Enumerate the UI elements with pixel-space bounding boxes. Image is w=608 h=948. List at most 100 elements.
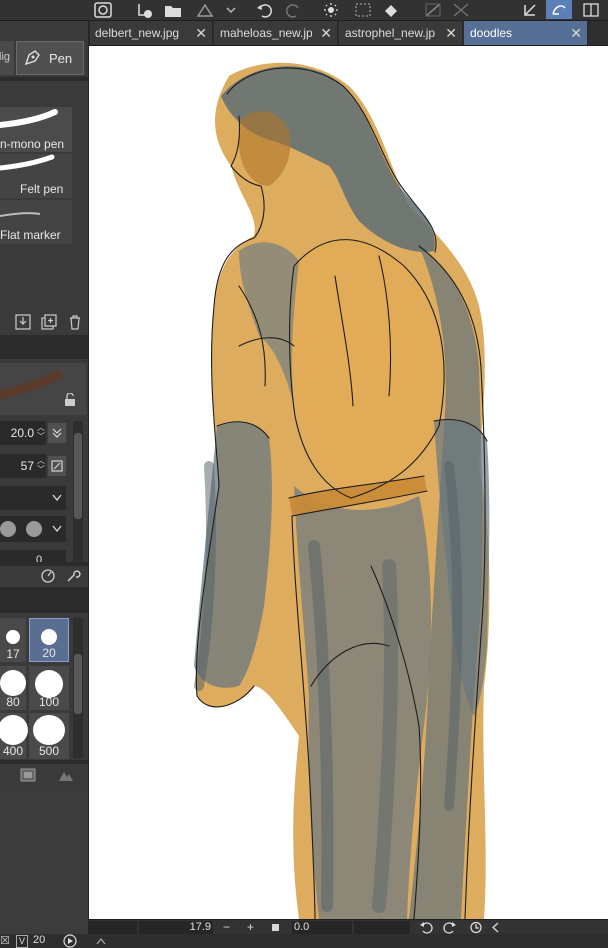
tool-property-scrollbar[interactable] xyxy=(73,421,83,563)
double-chevron-down-icon xyxy=(52,428,62,438)
tab-label: delbert_new.jpg xyxy=(95,26,180,40)
opacity-field[interactable]: 57 ︿ ﹀ xyxy=(0,454,46,478)
brush-size-label: 80 xyxy=(6,695,20,709)
grid-icon xyxy=(20,768,36,782)
reset-rotation-icon[interactable] xyxy=(469,921,483,934)
scrollbar-thumb[interactable] xyxy=(74,654,82,714)
undo-icon xyxy=(257,3,272,18)
close-icon[interactable]: ✕ xyxy=(320,21,332,45)
brush-size-400[interactable]: 400 xyxy=(0,713,28,759)
zoom-in-icon[interactable]: + xyxy=(247,920,254,935)
ruler-button[interactable] xyxy=(420,0,446,19)
divider xyxy=(0,77,88,81)
divider xyxy=(0,587,88,613)
spin-up-icon[interactable]: ︿ xyxy=(37,424,45,432)
edit-button[interactable] xyxy=(518,0,544,19)
subtool-tab-partial[interactable]: lig xyxy=(0,41,14,75)
fill-button[interactable] xyxy=(378,0,404,19)
brush-item-felt-pen[interactable]: Felt pen xyxy=(0,154,72,198)
play-circle-icon[interactable] xyxy=(62,934,78,948)
redo-button[interactable] xyxy=(280,0,306,19)
subtool-tab-pen[interactable]: Pen xyxy=(16,41,84,75)
chevron-up-icon[interactable] xyxy=(96,937,106,945)
tab-astrophel[interactable]: astrophel_new.jp ✕ xyxy=(339,21,463,45)
tab-delbert[interactable]: delbert_new.jpg ✕ xyxy=(89,21,213,45)
status-bar: ☒ V 20 xyxy=(0,934,608,948)
brush-shape-icon xyxy=(26,521,42,537)
brush-size-dot xyxy=(0,670,26,696)
main-toolbar xyxy=(0,0,608,21)
delete-subtool-button[interactable] xyxy=(66,313,84,331)
zoom-out-icon[interactable]: − xyxy=(223,920,230,935)
unlock-icon[interactable] xyxy=(63,393,77,407)
status-checkbox[interactable]: ☒ xyxy=(0,934,10,947)
brush-size-scrollbar[interactable] xyxy=(73,618,83,758)
spiral-icon xyxy=(94,1,112,18)
scrollbar-thumb[interactable] xyxy=(74,433,82,519)
brush-size-label: 17 xyxy=(6,647,20,661)
spin-down-icon[interactable]: ﹀ xyxy=(37,433,45,441)
tab-maheloas[interactable]: maheloas_new.jp ✕ xyxy=(214,21,338,45)
brush-shape-select[interactable] xyxy=(0,516,66,542)
brush-size-label: 500 xyxy=(38,744,60,758)
view-button[interactable] xyxy=(578,0,604,19)
zoom-field[interactable]: 17.9 xyxy=(139,921,213,934)
chevron-left-icon[interactable] xyxy=(491,922,501,933)
export-icon xyxy=(196,3,214,17)
brush-size-17[interactable]: 17 xyxy=(0,618,26,662)
brush-settings-button[interactable] xyxy=(38,566,58,586)
brush-size-100[interactable]: 100 xyxy=(29,666,69,710)
perspective-icon xyxy=(453,3,469,16)
palette-view-button[interactable] xyxy=(18,766,38,784)
open-folder-button[interactable] xyxy=(160,0,186,19)
pen-tab-label: Pen xyxy=(49,51,73,66)
perspective-button[interactable] xyxy=(448,0,474,19)
brush-tip-preview xyxy=(0,363,86,415)
duplicate-icon xyxy=(41,314,57,330)
tab-label: doodles xyxy=(470,26,513,40)
drawing-canvas[interactable] xyxy=(89,46,608,919)
pressure-setting-button[interactable] xyxy=(48,423,66,443)
brush-size-80[interactable]: 80 xyxy=(0,666,26,710)
rotate-left-icon[interactable] xyxy=(419,921,433,934)
layer-icon-button[interactable] xyxy=(90,0,116,19)
rotate-right-icon[interactable] xyxy=(443,921,457,934)
close-icon[interactable]: ✕ xyxy=(195,21,207,45)
loading-button[interactable] xyxy=(318,0,344,19)
brush-item-mono-pen[interactable]: n-mono pen xyxy=(0,107,72,152)
chevron-down-icon xyxy=(52,494,62,502)
stabilizer-button[interactable] xyxy=(546,0,572,19)
redo-icon xyxy=(286,3,299,18)
export-dropdown[interactable] xyxy=(218,0,244,19)
export-button[interactable] xyxy=(192,0,218,19)
brush-item-flat-marker[interactable]: Flat marker xyxy=(0,200,72,244)
download-box-icon xyxy=(15,314,31,330)
close-icon[interactable]: ✕ xyxy=(570,21,582,45)
transform-button[interactable] xyxy=(350,0,376,19)
spin-down-icon[interactable]: ﹀ xyxy=(37,466,45,474)
brush-size-20[interactable]: 20 xyxy=(29,618,69,662)
duplicate-subtool-button[interactable] xyxy=(40,313,58,331)
blend-mode-select[interactable] xyxy=(0,486,66,510)
partial-field[interactable]: 0 xyxy=(0,550,66,562)
stop-icon[interactable] xyxy=(272,924,279,931)
zoom-slider[interactable] xyxy=(89,921,137,934)
opacity-setting-button[interactable] xyxy=(48,456,66,476)
tab-doodles[interactable]: doodles ✕ xyxy=(464,21,588,45)
tool-settings-button[interactable] xyxy=(63,566,83,586)
folder-icon xyxy=(165,5,181,17)
spin-up-icon[interactable]: ︿ xyxy=(37,457,45,465)
brush-size-field[interactable]: 20.0 ︿ ﹀ xyxy=(0,421,46,445)
new-file-button[interactable] xyxy=(132,0,158,19)
brush-size-label: 100 xyxy=(38,695,60,709)
curve-hand-icon xyxy=(552,4,566,15)
rotation-slider[interactable] xyxy=(354,921,410,934)
close-icon[interactable]: ✕ xyxy=(445,21,457,45)
brush-label: Flat marker xyxy=(0,228,61,242)
import-subtool-button[interactable] xyxy=(14,313,32,331)
brush-size-value: 20.0 xyxy=(10,426,34,440)
rotation-field[interactable]: 0.0 xyxy=(292,921,352,934)
brush-size-500[interactable]: 500 xyxy=(29,713,69,759)
undo-button[interactable] xyxy=(252,0,278,19)
palette-mountain-button[interactable] xyxy=(56,766,76,784)
